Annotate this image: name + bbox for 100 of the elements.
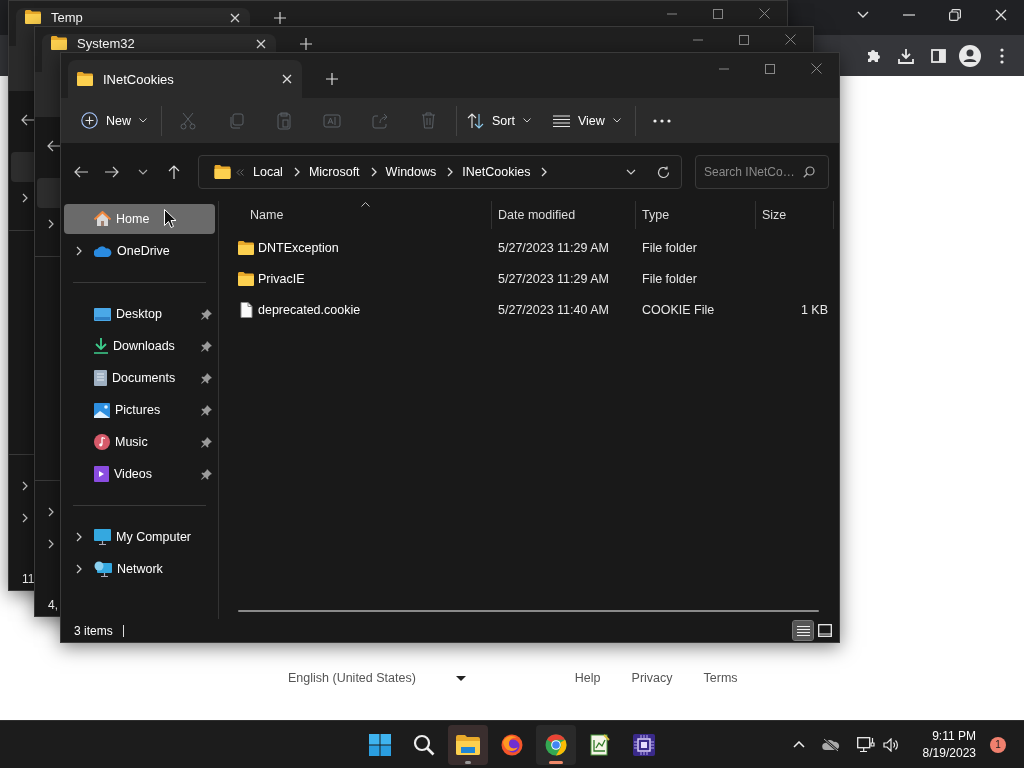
sort-button[interactable]: Sort [459, 103, 541, 138]
maximize-icon [739, 34, 749, 45]
sidebar-item[interactable]: Downloads [64, 330, 215, 362]
sort-caret-icon [360, 202, 370, 207]
pin-icon[interactable] [201, 372, 212, 384]
restore-icon[interactable] [949, 9, 961, 21]
side-panel-icon[interactable] [930, 48, 946, 63]
network-icon [856, 736, 875, 753]
breadcrumb-item[interactable]: INetCookies [462, 165, 531, 179]
clock-button[interactable]: 9:11 PM 8/19/2023 [918, 727, 980, 762]
footer-link[interactable]: Privacy [631, 671, 673, 685]
picture-icon [94, 402, 110, 418]
plus-icon [274, 12, 286, 24]
search-icon [413, 733, 435, 756]
refresh-icon[interactable] [657, 165, 670, 179]
notification-badge[interactable]: 1 [990, 736, 1006, 753]
folder-icon [238, 271, 254, 286]
sidebar-item[interactable]: Videos [64, 458, 215, 490]
column-header[interactable]: Date modified [492, 201, 636, 229]
pin-icon[interactable] [201, 436, 212, 448]
cloud-icon [94, 245, 112, 257]
new-button[interactable]: New [73, 103, 157, 138]
chart-document-icon [590, 733, 610, 756]
chevron-right-icon[interactable] [541, 167, 548, 177]
chevron-right-icon[interactable] [76, 564, 82, 574]
item-count: 4, [48, 597, 58, 612]
file-name[interactable]: deprecated.cookie [258, 302, 361, 317]
chevron-right-icon[interactable] [293, 167, 300, 177]
chrome-taskbar-button[interactable] [536, 724, 576, 765]
file-name[interactable]: PrivacIE [258, 271, 305, 286]
list-icon [796, 624, 810, 637]
minimize-icon [719, 67, 729, 70]
chevron-right-icon[interactable] [22, 513, 28, 523]
pin-icon[interactable] [201, 468, 212, 480]
house-icon [94, 211, 111, 227]
clipboard-icon [277, 111, 291, 130]
search-icon [803, 166, 815, 178]
pin-icon[interactable] [201, 404, 212, 416]
profile-icon[interactable] [959, 44, 981, 67]
chevron-right-icon[interactable] [48, 539, 54, 549]
file-icon [238, 301, 254, 318]
download-icon[interactable] [898, 47, 914, 64]
close-icon[interactable] [995, 9, 1007, 21]
sidebar-item[interactable]: Network [64, 553, 215, 585]
chevron-down-icon[interactable] [857, 11, 869, 19]
close-icon [810, 63, 822, 74]
folder-icon [456, 734, 480, 755]
column-header[interactable]: Type [636, 201, 756, 229]
plus-icon [326, 73, 338, 85]
puzzle-icon[interactable] [866, 47, 882, 64]
chevron-right-icon[interactable] [48, 219, 54, 229]
file-name[interactable]: DNTException [258, 240, 339, 255]
sidebar-item[interactable]: Documents [64, 362, 215, 394]
chevron-down-icon[interactable] [626, 169, 636, 175]
plus-circle-icon [81, 112, 98, 129]
chevron-right-icon[interactable] [48, 507, 54, 517]
address-bar[interactable]: Local Microsoft Windows INetCookies [198, 155, 682, 189]
tiles-view-button[interactable] [815, 621, 835, 640]
chevron-right-icon[interactable] [76, 532, 82, 542]
footer-link[interactable]: Terms [703, 671, 738, 685]
mouse-cursor-icon [164, 209, 176, 228]
windows-logo-icon [369, 733, 391, 756]
view-button[interactable]: View [544, 103, 631, 138]
chevron-right-icon[interactable] [22, 193, 28, 203]
trash-icon [420, 112, 436, 129]
close-icon [758, 8, 770, 19]
more-vertical-icon[interactable] [1000, 47, 1004, 64]
column-header[interactable]: Size [756, 201, 834, 229]
sidebar-item[interactable]: My Computer [64, 521, 215, 553]
sidebar-item[interactable]: Pictures [64, 394, 215, 426]
item-count: 11 [22, 571, 35, 586]
window-tab[interactable]: INetCookies [68, 60, 302, 98]
breadcrumb-item[interactable]: Windows [385, 165, 437, 179]
chevron-right-icon[interactable] [447, 167, 454, 177]
sidebar-item[interactable]: Music [64, 426, 215, 458]
footer-link[interactable]: Help [574, 671, 601, 685]
search-field[interactable]: Search INetCo… [695, 155, 829, 189]
breadcrumb-item[interactable]: Local [253, 165, 283, 179]
plus-icon [300, 38, 312, 50]
chevron-down-icon [138, 169, 148, 175]
chevron-right-icon[interactable] [370, 167, 377, 177]
download-arrow-icon [94, 338, 108, 354]
sidebar-item[interactable]: Desktop [64, 298, 215, 330]
caret-icon [455, 675, 466, 681]
sidebar-item[interactable]: OneDrive [64, 235, 215, 267]
file-type-cell-text: File folder [641, 270, 698, 288]
breadcrumb-item[interactable]: Microsoft [308, 165, 360, 179]
chevron-right-icon[interactable] [76, 246, 82, 256]
date-modified-cell-text: 5/27/2023 11:29 AM [497, 239, 610, 257]
explorer-taskbar-button[interactable] [448, 724, 488, 765]
language-dropdown[interactable]: English (United States) [288, 669, 466, 687]
pin-icon[interactable] [201, 308, 212, 320]
rename-icon [323, 112, 341, 129]
chevron-right-icon[interactable] [22, 481, 28, 491]
pin-icon[interactable] [201, 340, 212, 352]
window-title: System32 [77, 36, 135, 51]
details-view-button[interactable] [793, 621, 813, 640]
column-header[interactable]: Name [238, 201, 492, 229]
scrollbar-thumb[interactable] [238, 610, 819, 612]
sidebar-item[interactable]: Home [64, 204, 215, 234]
